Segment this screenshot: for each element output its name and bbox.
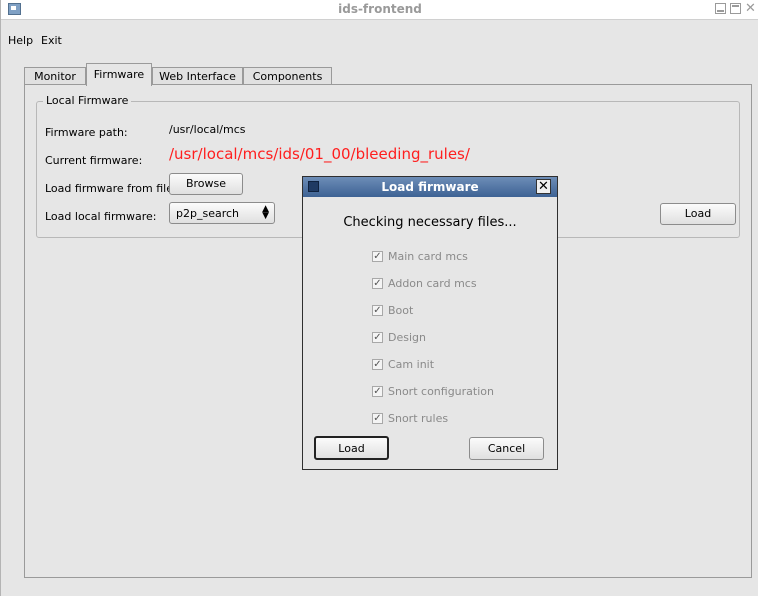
close-icon[interactable]: ✕ [745,2,758,15]
menu-help[interactable]: Help [8,34,33,47]
load-firmware-dialog: Load firmware ✕ Checking necessary files… [302,176,558,470]
check-label: Snort configuration [388,385,494,398]
dialog-message: Checking necessary files... [343,215,517,230]
dialog-cancel-button[interactable]: Cancel [469,437,544,460]
dialog-load-button[interactable]: Load [314,436,389,460]
checkbox-icon[interactable]: ✓ [372,251,383,262]
checkbox-icon[interactable]: ✓ [372,278,383,289]
browse-button[interactable]: Browse [169,173,243,195]
minimize-icon[interactable] [715,3,726,14]
local-firmware-select-value: p2p_search [176,207,240,220]
check-label: Addon card mcs [388,277,477,290]
checkbox-icon[interactable]: ✓ [372,386,383,397]
check-label: Snort rules [388,412,449,425]
menu-bar: Help Exit [1,34,758,50]
tab-web-interface[interactable]: Web Interface [152,67,243,85]
local-firmware-select[interactable]: p2p_search ▲ ▼ [169,202,275,224]
menu-exit[interactable]: Exit [41,34,62,47]
current-firmware-label: Current firmware: [45,154,143,167]
load-local-label: Load local firmware: [45,210,157,223]
tab-monitor[interactable]: Monitor [24,67,86,85]
dialog-close-icon[interactable]: ✕ [536,179,551,194]
dialog-title-bar[interactable]: Load firmware ✕ [303,177,557,197]
checkbox-icon[interactable]: ✓ [372,332,383,343]
check-label: Cam init [388,358,435,371]
updown-arrow-icon: ▲ ▼ [262,204,269,221]
firmware-path-value: /usr/local/mcs [169,123,246,136]
group-title: Local Firmware [43,94,132,107]
current-firmware-value: /usr/local/mcs/ids/01_00/bleeding_rules/ [169,145,470,163]
dialog-title: Load firmware [381,180,479,194]
window-title: ids-frontend [338,2,422,16]
check-label: Boot [388,304,414,317]
checkbox-icon[interactable]: ✓ [372,305,383,316]
load-button[interactable]: Load [660,203,736,225]
tab-firmware[interactable]: Firmware [86,63,152,86]
title-bar[interactable]: ids-frontend ✕ [1,0,758,20]
load-from-file-label: Load firmware from file: [45,182,177,195]
maximize-icon[interactable] [730,3,741,14]
checkbox-icon[interactable]: ✓ [372,413,383,424]
checkbox-icon[interactable]: ✓ [372,359,383,370]
check-label: Main card mcs [388,250,468,263]
tab-components[interactable]: Components [243,67,332,85]
check-label: Design [388,331,426,344]
firmware-path-label: Firmware path: [45,126,128,139]
